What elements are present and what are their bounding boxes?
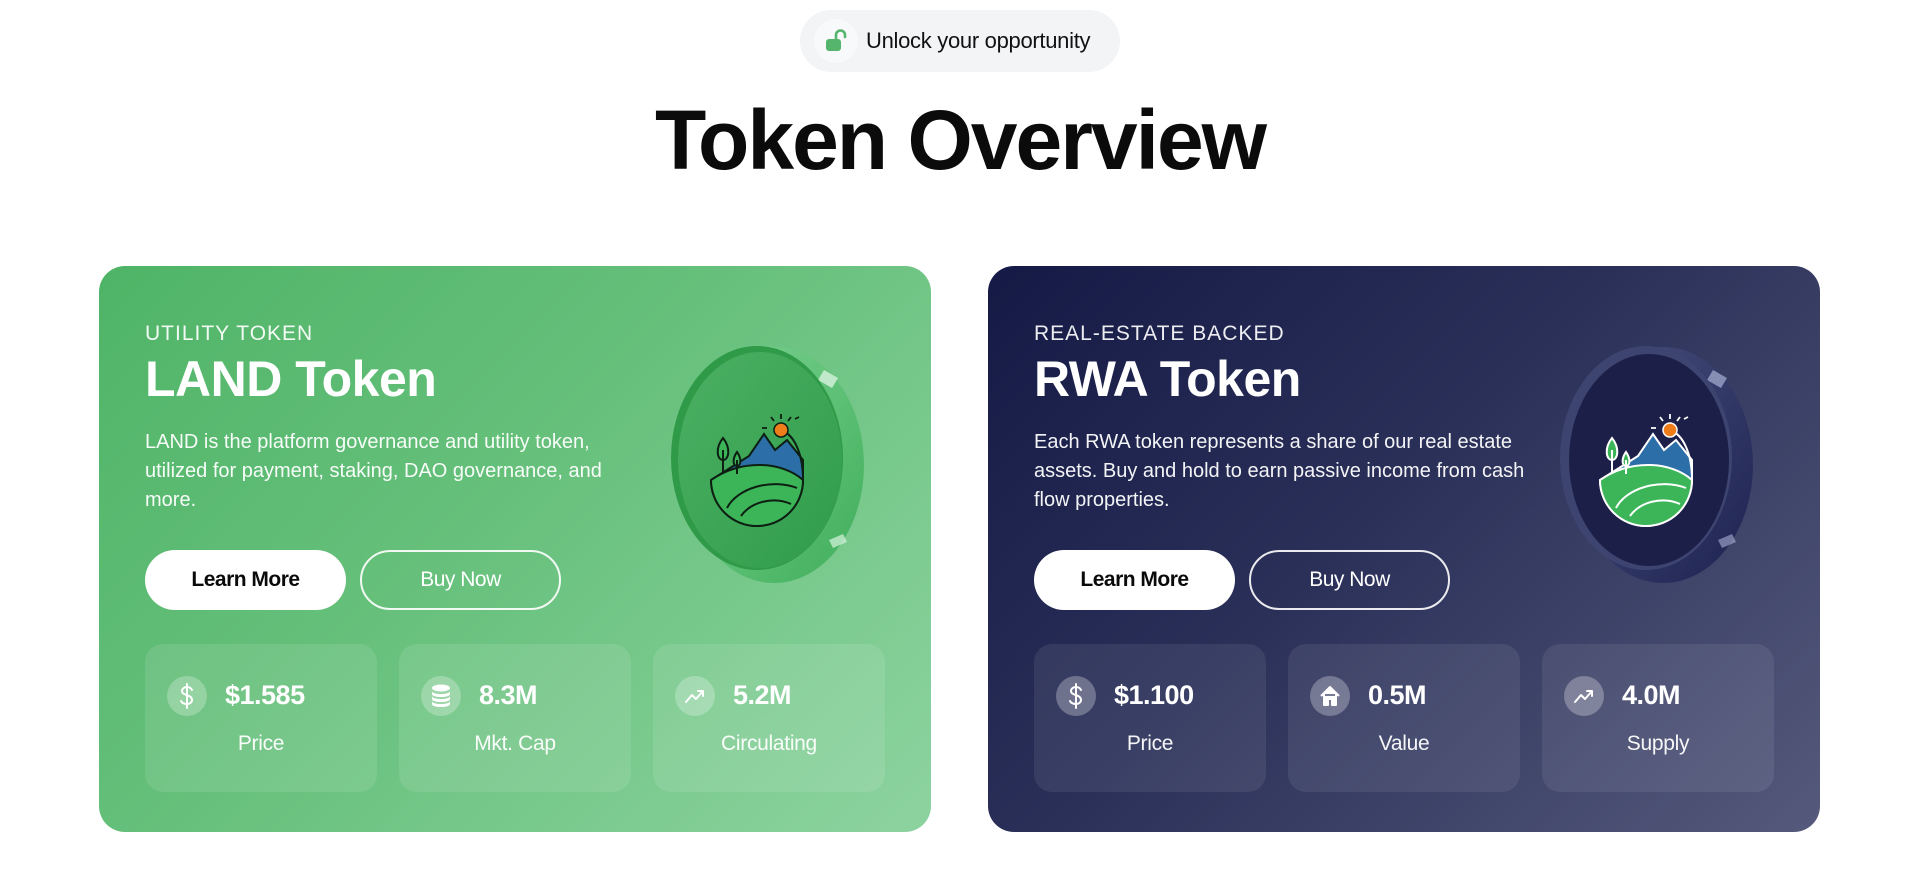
stat-value: $1.100 [1114,680,1194,710]
stat-label: Supply [1626,732,1690,755]
card-description: Each RWA token represents a share of our… [1034,431,1525,511]
stat-label: Price [237,732,285,755]
land-token-card: UTILITY TOKEN LAND Token LAND is the pla… [99,266,931,832]
stat-value: 0.5M [1368,680,1427,710]
stat-supply: 4.0M Supply [1542,644,1774,792]
stat-label: Price [1126,732,1174,755]
stat-value: 4.0M [1622,680,1681,710]
page-title: Token Overview [654,93,1267,187]
learn-more-button[interactable]: Learn More [145,550,346,610]
card-eyebrow: UTILITY TOKEN [145,322,314,345]
stat-label: Mkt. Cap [474,732,556,755]
stat-value: 8.3M [479,680,538,710]
card-title: RWA Token [1034,351,1301,407]
coins-stack-icon [421,676,461,716]
stats-row: $1.585 Price 8.3M Mkt. Cap 5.2M Circulat… [145,644,885,792]
token-overview-section: Unlock your opportunity Token Overview U… [0,0,1920,880]
stat-value: $1.585 [225,680,305,710]
home-icon [1310,676,1350,716]
rwa-coin-image [1528,340,1768,590]
trending-up-icon [675,676,715,716]
card-eyebrow: REAL-ESTATE BACKED [1034,322,1285,345]
stat-price: $1.585 Price [145,644,377,792]
badge-text: Unlock your opportunity [866,28,1091,53]
unlock-icon [814,19,858,63]
dollar-icon [1056,676,1096,716]
stat-label: Value [1378,732,1430,755]
learn-more-button[interactable]: Learn More [1034,550,1235,610]
stat-value: 5.2M [733,680,792,710]
stat-price: $1.100 Price [1034,644,1266,792]
stat-circulating: 5.2M Circulating [653,644,885,792]
card-title: LAND Token [145,351,437,407]
stat-value-total: 0.5M Value [1288,644,1520,792]
dollar-icon [167,676,207,716]
card-description: LAND is the platform governance and util… [145,431,602,511]
unlock-badge: Unlock your opportunity [800,10,1120,72]
stat-label: Circulating [721,732,817,755]
buy-now-button[interactable]: Buy Now [360,550,561,610]
land-coin-image [639,340,879,590]
trending-up-icon [1564,676,1604,716]
buy-now-button[interactable]: Buy Now [1249,550,1450,610]
rwa-token-card: REAL-ESTATE BACKED RWA Token Each RWA to… [988,266,1820,832]
stat-market-cap: 8.3M Mkt. Cap [399,644,631,792]
stats-row: $1.100 Price 0.5M Value 4.0M Supply [1034,644,1774,792]
